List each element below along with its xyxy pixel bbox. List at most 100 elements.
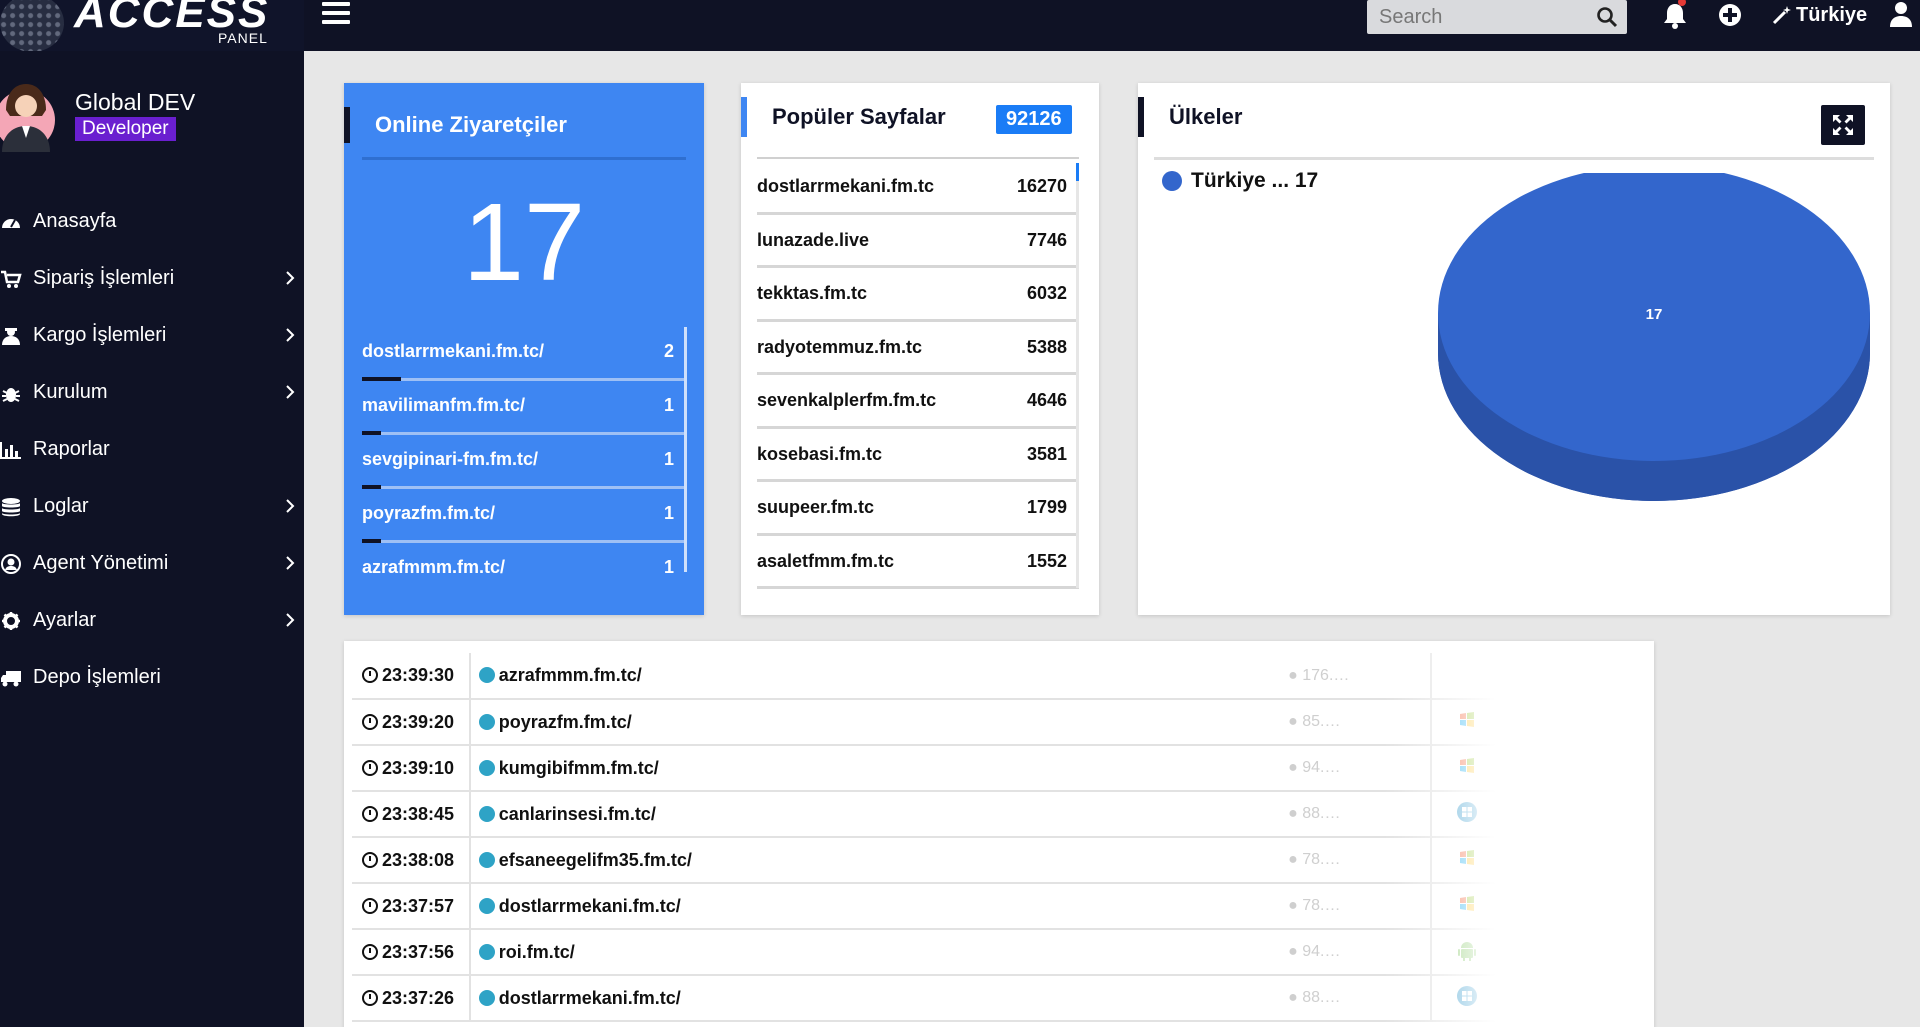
visitor-url: dostlarrmekani.fm.tc/ xyxy=(362,341,545,361)
visit-url[interactable]: roi.fm.tc/ xyxy=(499,942,575,962)
visitor-ip: 78.… xyxy=(1302,851,1341,868)
list-item[interactable]: suupeer.fm.tc 1799 xyxy=(757,482,1079,536)
sidebar-item-loglar[interactable]: Loglar xyxy=(0,478,304,535)
url-cell: roi.fm.tc/ xyxy=(469,929,1281,976)
list-item[interactable]: azrafmmm.fm.tc/1 xyxy=(362,543,686,577)
list-item[interactable]: radyotemmuz.fm.tc 5388 xyxy=(757,322,1079,375)
sidebar-nav: Anasayfa Sipariş İşlemleri Kargo İşlemle… xyxy=(0,193,304,706)
list-item[interactable]: tekktas.fm.tc 6032 xyxy=(757,268,1079,322)
user-circle-icon xyxy=(1,553,21,574)
sidebar-item-ayarlar[interactable]: Ayarlar xyxy=(0,592,304,649)
avatar[interactable] xyxy=(0,76,56,152)
page-name: lunazade.live xyxy=(757,229,870,250)
add-circle-icon[interactable] xyxy=(1718,3,1742,27)
map-marker-icon: ● xyxy=(1288,851,1303,868)
online-count: 17 xyxy=(462,181,586,304)
visit-log-card: 23:39:30 azrafmmm.fm.tc/ ● 176.… 23:39:20 po… xyxy=(344,641,1654,1027)
visit-url[interactable]: azrafmmm.fm.tc/ xyxy=(499,665,642,685)
chevron-right-icon xyxy=(286,499,295,513)
card-title: Ülkeler xyxy=(1138,97,1242,137)
courier-icon xyxy=(2,327,20,345)
bug-icon xyxy=(2,387,20,402)
dashboard-icon xyxy=(2,218,20,228)
time-cell: 23:37:26 xyxy=(352,975,471,1022)
popular-pages-list[interactable]: dostlarrmekani.fm.tc 16270 lunazade.live 7… xyxy=(757,161,1079,591)
list-item[interactable]: mavilimanfm.fm.tc/1 xyxy=(362,381,686,435)
page-name: kosebasi.fm.tc xyxy=(757,443,883,464)
scrollbar[interactable] xyxy=(1076,163,1079,588)
visitor-url-list[interactable]: dostlarrmekani.fm.tc/2 mavilimanfm.fm.tc… xyxy=(362,327,686,577)
visit-url[interactable]: canlarinsesi.fm.tc/ xyxy=(499,804,656,824)
countries-card: Ülkeler Türkiye ... 17 17 xyxy=(1138,83,1890,615)
page-count: 7746 xyxy=(1026,229,1067,250)
clock-icon xyxy=(362,805,378,822)
sidebar-item-kargo[interactable]: Kargo İşlemleri xyxy=(0,307,304,364)
language-selector[interactable]: Türkiye xyxy=(1772,2,1867,28)
page-count: 16270 xyxy=(1016,176,1067,196)
sidebar-item-agent[interactable]: Agent Yönetimi xyxy=(0,535,304,592)
page-count: 5388 xyxy=(1026,336,1067,357)
map-marker-icon: ● xyxy=(1288,666,1303,684)
visitor-ip: 78.… xyxy=(1302,897,1341,914)
expand-icon[interactable] xyxy=(1821,105,1865,145)
sidebar-item-depo[interactable]: Depo İşlemleri xyxy=(0,649,304,706)
fade-overlay xyxy=(1384,641,1654,1027)
sidebar-item-label: Agent Yönetimi xyxy=(33,552,169,574)
visit-time: 23:39:30 xyxy=(382,665,455,685)
list-item[interactable]: dostlarrmekani.fm.tc/2 xyxy=(362,327,686,381)
scrollbar-thumb[interactable] xyxy=(1076,163,1079,181)
time-cell: 23:38:08 xyxy=(352,837,471,884)
list-item[interactable]: dostlarrmekani.fm.tc 16270 xyxy=(757,161,1079,215)
visitor-url: sevgipinari-fm.fm.tc/ xyxy=(362,449,539,469)
globe-icon xyxy=(478,897,495,914)
truck-icon xyxy=(1,670,21,686)
list-item[interactable]: kosebasi.fm.tc 3581 xyxy=(757,429,1079,482)
list-item[interactable]: asaletfmm.fm.tc 1552 xyxy=(757,536,1079,589)
language-label: Türkiye xyxy=(1796,3,1868,26)
search-input[interactable] xyxy=(1367,0,1587,34)
sidebar-item-label: Loglar xyxy=(33,495,89,517)
sidebar-item-label: Raporlar xyxy=(33,438,110,460)
sidebar-item-label: Kargo İşlemleri xyxy=(33,324,167,346)
visit-url[interactable]: efsaneegelifm35.fm.tc/ xyxy=(499,850,692,870)
list-item[interactable]: poyrazfm.fm.tc/1 xyxy=(362,489,686,543)
popular-pages-card: Popüler Sayfalar 92126 dostlarrmekani.fm… xyxy=(741,83,1099,615)
visit-url[interactable]: kumgibifmm.fm.tc/ xyxy=(499,758,659,778)
url-cell: kumgibifmm.fm.tc/ xyxy=(469,745,1281,792)
chart-legend[interactable]: Türkiye ... 17 xyxy=(1162,169,1318,193)
globe-icon xyxy=(478,805,495,822)
bell-icon[interactable] xyxy=(1662,0,1688,30)
card-title: Online Ziyaretçiler xyxy=(344,107,567,143)
list-item[interactable]: sevgipinari-fm.fm.tc/1 xyxy=(362,435,686,489)
hamburger-menu-icon[interactable] xyxy=(322,2,350,24)
sidebar: Global DEV Developer Anasayfa Sipariş İş… xyxy=(0,51,304,1027)
brand-logo[interactable]: ACCESS PANEL xyxy=(0,0,304,51)
time-cell: 23:39:20 xyxy=(352,699,471,746)
sidebar-item-raporlar[interactable]: Raporlar xyxy=(0,421,304,478)
sidebar-item-label: Kurulum xyxy=(33,381,108,403)
sidebar-item-siparis[interactable]: Sipariş İşlemleri xyxy=(0,250,304,307)
visit-url[interactable]: dostlarrmekani.fm.tc/ xyxy=(499,988,681,1008)
pie-chart[interactable]: 17 xyxy=(1418,173,1878,593)
user-icon[interactable] xyxy=(1890,1,1912,27)
chevron-right-icon xyxy=(286,385,295,399)
visitor-url: poyrazfm.fm.tc/ xyxy=(362,503,496,523)
page-count: 3581 xyxy=(1026,443,1067,464)
search-icon[interactable] xyxy=(1595,5,1619,29)
visitor-count: 1 xyxy=(663,449,674,469)
sidebar-item-kurulum[interactable]: Kurulum xyxy=(0,364,304,421)
list-item[interactable]: sevenkalplerfm.fm.tc 4646 xyxy=(757,375,1079,429)
sidebar-item-anasayfa[interactable]: Anasayfa xyxy=(0,193,304,250)
chevron-right-icon xyxy=(286,613,295,627)
scrollbar[interactable] xyxy=(684,327,687,572)
clock-icon xyxy=(362,851,378,868)
list-item[interactable]: lunazade.live 7746 xyxy=(757,215,1079,268)
visit-url[interactable]: poyrazfm.fm.tc/ xyxy=(499,712,632,732)
visitor-ip: 88.… xyxy=(1302,989,1341,1006)
total-badge: 92126 xyxy=(996,105,1072,134)
visit-url[interactable]: dostlarrmekani.fm.tc/ xyxy=(499,896,681,916)
visitor-url: mavilimanfm.fm.tc/ xyxy=(362,395,526,415)
divider xyxy=(362,157,686,160)
time-cell: 23:39:10 xyxy=(352,745,471,792)
map-marker-icon: ● xyxy=(1288,897,1303,914)
